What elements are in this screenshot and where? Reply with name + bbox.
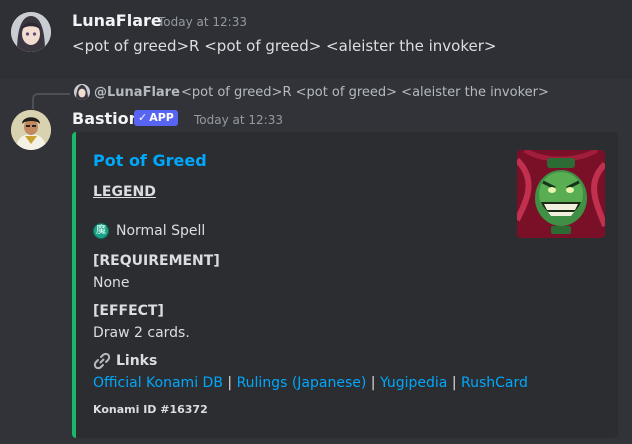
link-separator: | xyxy=(227,375,233,391)
timestamp: Today at 12:33 xyxy=(158,15,247,29)
link-icon xyxy=(93,352,111,370)
link-yugipedia[interactable]: Yugipedia xyxy=(380,375,447,391)
bot-username[interactable]: Bastion xyxy=(72,109,140,128)
link-konami-db[interactable]: Official Konami DB xyxy=(93,375,223,391)
spell-icon: 魔 xyxy=(93,223,109,239)
message-luna: LunaFlare Today at 12:33 <pot of greed>R… xyxy=(0,0,632,79)
verified-check-icon: ✓ xyxy=(138,111,148,124)
requirement-label: [REQUIREMENT] xyxy=(93,253,220,269)
card-type: Normal Spell xyxy=(116,223,206,239)
bot-timestamp: Today at 12:33 xyxy=(194,113,283,127)
reply-avatar[interactable] xyxy=(74,84,90,100)
link-separator: | xyxy=(451,375,457,391)
link-rushcard[interactable]: RushCard xyxy=(461,375,528,391)
card-artwork[interactable] xyxy=(517,150,605,238)
bot-avatar[interactable] xyxy=(11,110,51,150)
app-badge-label: APP xyxy=(149,111,174,124)
reply-connector xyxy=(32,93,70,109)
rarity-label: LEGEND xyxy=(93,184,156,200)
user-avatar[interactable] xyxy=(11,12,51,52)
card-embed: Pot of Greed LEGEND 魔 Normal Spell [REQU… xyxy=(72,132,618,438)
konami-id: Konami ID #16372 xyxy=(93,403,208,416)
links-list: Official Konami DB | Rulings (Japanese) … xyxy=(93,375,528,391)
effect-label: [EFFECT] xyxy=(93,303,164,319)
effect-value: Draw 2 cards. xyxy=(93,325,190,341)
links-label: Links xyxy=(116,353,158,369)
reply-preview[interactable]: <pot of greed>R <pot of greed> <aleister… xyxy=(181,85,549,100)
username[interactable]: LunaFlare xyxy=(72,11,162,30)
reply-mention[interactable]: @LunaFlare xyxy=(94,85,180,100)
link-separator: | xyxy=(370,375,376,391)
links-heading: Links xyxy=(93,352,157,370)
message-content: <pot of greed>R <pot of greed> <aleister… xyxy=(72,37,497,55)
app-badge: ✓ APP xyxy=(134,110,178,126)
card-title[interactable]: Pot of Greed xyxy=(93,151,207,170)
requirement-value: None xyxy=(93,275,130,291)
link-rulings[interactable]: Rulings (Japanese) xyxy=(237,375,367,391)
